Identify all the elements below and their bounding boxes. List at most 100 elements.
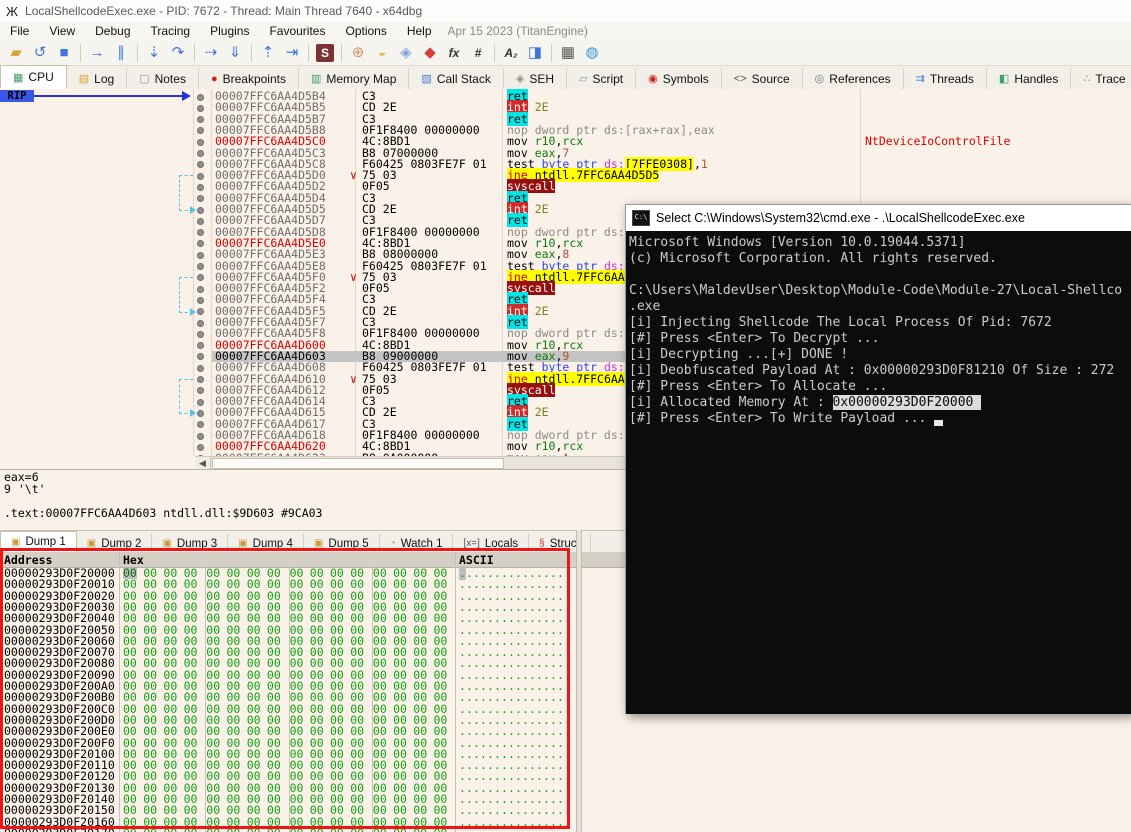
tab-call-stack[interactable]: ▧ Call Stack (409, 68, 504, 89)
menu-item-tracing[interactable]: Tracing (141, 23, 201, 39)
tab-dump-2[interactable]: ▣ Dump 2 (77, 534, 153, 553)
tab-threads[interactable]: ⇉ Threads (904, 68, 987, 89)
breakpoint-dot[interactable] (197, 229, 204, 237)
menu-item-file[interactable]: File (0, 23, 39, 39)
breakpoint-dot[interactable] (197, 353, 204, 361)
breakpoint-dot[interactable] (197, 161, 204, 169)
title-bar[interactable]: Ж LocalShellcodeExec.exe - PID: 7672 - T… (0, 0, 1131, 23)
cmd-window[interactable]: C:\ Select C:\Windows\System32\cmd.exe -… (625, 204, 1131, 714)
tab-trace[interactable]: ∴ Trace (1071, 68, 1131, 89)
breakpoint-dot[interactable] (197, 409, 204, 417)
breakpoint-dot[interactable] (197, 330, 204, 338)
tab-trace-icon: ∴ (1083, 73, 1091, 85)
breakpoint-dot[interactable] (197, 93, 204, 101)
breakpoint-dot[interactable] (197, 274, 204, 282)
disasm-row[interactable]: 00007FFC6AA4D5D2 0F05 syscall (0, 179, 1131, 194)
breakpoint-dot[interactable] (197, 285, 204, 293)
restart-icon[interactable]: ↺ (28, 41, 52, 65)
tab-seh[interactable]: ◈ SEH (504, 68, 567, 89)
step-into-icon[interactable]: ⇣ (142, 41, 166, 65)
tab-memory-map[interactable]: ▥ Memory Map (299, 68, 410, 89)
tab-handles[interactable]: ◧ Handles (987, 68, 1072, 89)
console-text: [i] Injecting Shellcode The Local Proces… (629, 315, 1052, 330)
breakpoint-dot[interactable] (197, 195, 204, 203)
pause-icon[interactable]: ∥ (109, 41, 133, 65)
open-file-icon[interactable]: ▰ (4, 41, 28, 65)
breakpoint-dot[interactable] (197, 296, 204, 304)
hash-icon[interactable]: # (466, 41, 490, 65)
disasm-row[interactable]: 00007FFC6AA4D5B5 CD 2E int 2E (0, 100, 1131, 115)
cmd-title-bar[interactable]: C:\ Select C:\Windows\System32\cmd.exe -… (626, 205, 1131, 231)
breakpoint-dot[interactable] (197, 172, 204, 180)
labels-icon[interactable]: ◈ (394, 41, 418, 65)
tab-dump-5[interactable]: ▣ Dump 5 (304, 534, 380, 553)
breakpoint-dot[interactable] (197, 116, 204, 124)
bookmarks-icon[interactable]: ◆ (418, 41, 442, 65)
menu-item-plugins[interactable]: Plugins (200, 23, 259, 39)
tab-log[interactable]: ▤ Log (67, 68, 128, 89)
cmd-icon: C:\ (632, 210, 650, 226)
breakpoint-dot[interactable] (197, 364, 204, 372)
breakpoint-dot[interactable] (197, 432, 204, 440)
breakpoint-dot[interactable] (197, 150, 204, 157)
tab-script-icon: ▱ (579, 73, 588, 85)
scrollbar-thumb[interactable] (212, 458, 504, 469)
tab-cpu[interactable]: ▦ CPU (0, 65, 67, 89)
disasm-row[interactable]: 00007FFC6AA4D5B4 C3 ret (0, 89, 1131, 103)
stop-icon[interactable]: ■ (52, 41, 76, 65)
breakpoint-dot[interactable] (197, 263, 204, 270)
tab-watch-1[interactable]: ◔ Watch 1 (380, 534, 454, 553)
breakpoint-dot[interactable] (197, 183, 204, 191)
tab-notes[interactable]: ▢ Notes (127, 68, 199, 89)
menu-item-favourites[interactable]: Favourites (259, 23, 335, 39)
breakpoint-dot[interactable] (197, 138, 204, 146)
tab-dump-4[interactable]: ▣ Dump 4 (228, 534, 304, 553)
tab-source[interactable]: <> Source (722, 68, 803, 89)
breakpoint-dot[interactable] (197, 104, 204, 112)
breakpoint-dot[interactable] (197, 251, 204, 259)
breakpoint-dot[interactable] (197, 308, 204, 316)
tab-dump-3[interactable]: ▣ Dump 3 (152, 534, 229, 553)
run-trace-icon[interactable]: ⇢ (199, 41, 223, 65)
breakpoint-dot[interactable] (197, 319, 204, 327)
breakpoint-dot[interactable] (197, 421, 204, 429)
tab-references[interactable]: ◎ References (803, 68, 904, 89)
az-icon[interactable]: A₂ (499, 41, 523, 65)
tab-script[interactable]: ▱ Script (567, 68, 637, 89)
disasm-row[interactable]: 00007FFC6AA4D5D4 C3 ret (0, 190, 1131, 205)
dump-stack-splitter[interactable] (576, 530, 582, 832)
menu-item-help[interactable]: Help (397, 23, 442, 39)
tab-breakpoints[interactable]: ● Breakpoints (199, 68, 299, 89)
breakpoint-dot[interactable] (197, 217, 204, 225)
step-over-icon[interactable]: ↷ (166, 41, 190, 65)
trace-into-icon[interactable]: ⇓ (223, 41, 247, 65)
tab-symbols[interactable]: ◉ Symbols (636, 68, 722, 89)
breakpoint-dot[interactable] (197, 206, 204, 214)
disasm-row[interactable]: 00007FFC6AA4D5D0 ∨ 75 03 jne ntdll.7FFC6AA4… (0, 168, 1131, 183)
patch-icon[interactable]: ⊕ (346, 41, 370, 65)
run-to-user-code-icon[interactable]: ⇥ (280, 41, 304, 65)
menu-item-options[interactable]: Options (335, 23, 396, 39)
breakpoint-dot[interactable] (197, 342, 204, 350)
console-text: [#] Press <Enter> To Allocate ... (629, 379, 888, 394)
breakpoint-dot[interactable] (197, 443, 204, 451)
calculator-icon[interactable]: ▦ (556, 41, 580, 65)
menu-item-debug[interactable]: Debug (85, 23, 140, 39)
breakpoint-dot[interactable] (197, 240, 204, 248)
step-out-icon[interactable]: ⇡ (256, 41, 280, 65)
breakpoint-dot[interactable] (197, 387, 204, 395)
dump-row[interactable]: 00000293D0F20170 00 00 00 00 00 00 00 00 00 00 00 00… (0, 827, 600, 832)
tab-dump-1[interactable]: ▣ Dump 1 (0, 531, 77, 553)
modules-icon[interactable]: ◨ (523, 41, 547, 65)
tab-locals[interactable]: [x=] Locals (453, 534, 530, 553)
run-icon[interactable]: → (85, 41, 109, 65)
comments-icon[interactable]: ◒ (370, 41, 394, 65)
breakpoint-dot[interactable] (197, 127, 204, 135)
build-info: Apr 15 2023 (TitanEngine) (447, 24, 588, 38)
breakpoint-dot[interactable] (197, 398, 204, 406)
globe-icon[interactable]: ◍ (580, 41, 604, 65)
functions-icon[interactable]: fx (442, 41, 466, 65)
breakpoint-dot[interactable] (197, 376, 204, 383)
settings-s-icon[interactable]: S (316, 43, 334, 62)
menu-item-view[interactable]: View (39, 23, 85, 39)
